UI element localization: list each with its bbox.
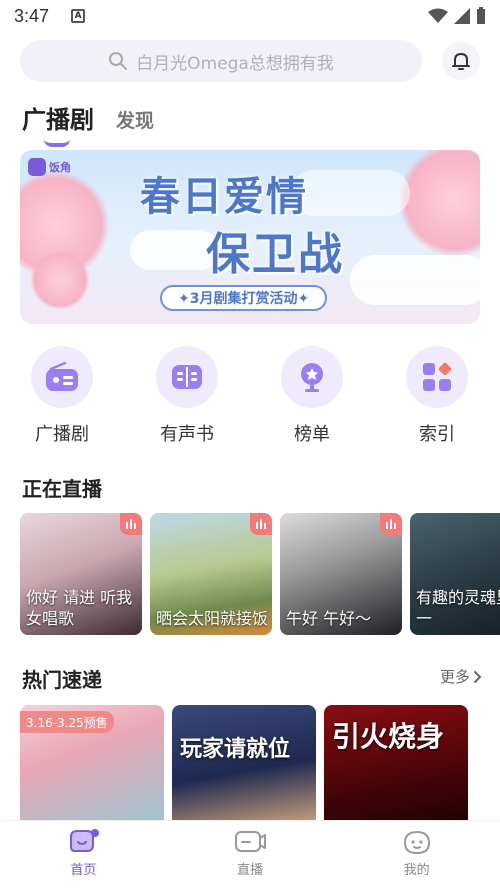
shortcut-index[interactable]: 索引 <box>392 346 482 446</box>
trophy-icon <box>301 363 323 392</box>
hot-section-title: 热门速递 <box>22 668 102 692</box>
grid-index-icon <box>423 362 452 391</box>
shortcut-label: 广播剧 <box>35 424 89 445</box>
nav-home[interactable]: 首页 <box>0 821 167 888</box>
wifi-icon <box>428 8 448 23</box>
signal-icon <box>454 8 470 24</box>
tab-discover[interactable]: 发现 <box>116 106 154 135</box>
status-time: 3:47 <box>14 5 50 26</box>
live-card[interactable]: 晒会太阳就接饭 <box>150 513 272 635</box>
blossom-decoration <box>30 250 90 310</box>
search-placeholder: 白月光Omega总想拥有我 <box>136 53 334 74</box>
tab-radio-drama[interactable]: 广播剧 <box>22 100 94 147</box>
live-indicator-icon <box>250 513 272 535</box>
tab-label: 广播剧 <box>22 106 94 134</box>
shortcut-ranking[interactable]: 榜单 <box>267 346 357 446</box>
banner-title-line2: 保卫战 <box>206 229 344 280</box>
shortcut-icon-circle <box>281 346 343 408</box>
home-icon <box>70 829 100 852</box>
blossom-decoration <box>400 150 480 260</box>
notification-a-icon: A <box>71 9 86 23</box>
bottom-nav: 首页 直播 我的 <box>0 820 500 888</box>
chevron-right-icon <box>474 670 482 683</box>
brand-logo-mark <box>28 158 46 176</box>
live-video-icon <box>235 831 266 852</box>
more-button[interactable]: 更多 <box>440 666 482 687</box>
radio-icon <box>46 362 78 391</box>
live-card[interactable]: 你好 请进 听我女唱歌 <box>20 513 142 635</box>
shortcut-radio-drama[interactable]: 广播剧 <box>17 346 107 446</box>
live-caption: 午好 午好～ <box>286 609 372 628</box>
nav-live[interactable]: 直播 <box>167 821 334 888</box>
hot-list: 3.16-3.25预售 玩家请就位 引火烧身 <box>20 705 500 823</box>
live-section-title: 正在直播 <box>22 477 102 501</box>
cloud-decoration <box>290 170 410 216</box>
brand-logo: 饭角 <box>28 158 71 176</box>
shortcut-icon-circle <box>406 346 468 408</box>
live-indicator-icon <box>120 513 142 535</box>
shortcut-label: 有声书 <box>160 424 214 445</box>
top-tabs: 广播剧 发现 <box>22 100 154 147</box>
nav-label: 首页 <box>70 863 97 878</box>
nav-profile[interactable]: 我的 <box>333 821 500 888</box>
presale-badge: 3.16-3.25预售 <box>20 711 114 733</box>
search-icon <box>109 52 128 70</box>
profile-face-icon <box>403 830 430 855</box>
book-icon <box>172 365 202 389</box>
shortcut-label: 榜单 <box>294 424 330 445</box>
notification-button[interactable] <box>442 42 480 80</box>
brand-name: 饭角 <box>49 161 71 174</box>
promo-banner[interactable]: 饭角 春日爱情 保卫战 ✦3月剧集打赏活动✦ <box>20 150 480 324</box>
shortcut-icon-circle <box>31 346 93 408</box>
hot-card[interactable]: 玩家请就位 <box>172 705 316 823</box>
nav-label: 我的 <box>403 863 430 878</box>
bell-icon <box>452 53 470 70</box>
live-caption: 有趣的灵魂里挑一 <box>416 588 500 628</box>
shortcut-audiobook[interactable]: 有声书 <box>142 346 232 446</box>
hot-card-title: 引火烧身 <box>332 720 445 753</box>
status-right-icons <box>428 7 486 25</box>
live-card[interactable]: 有趣的灵魂里挑一 <box>410 513 500 635</box>
search-input[interactable]: 白月光Omega总想拥有我 <box>20 40 422 82</box>
tab-label: 发现 <box>116 110 155 132</box>
banner-title-line1: 春日爱情 <box>140 173 308 220</box>
live-list: 你好 请进 听我女唱歌 晒会太阳就接饭 午好 午好～ 有趣的灵魂里挑一 <box>20 513 500 635</box>
banner-subtitle: ✦3月剧集打赏活动✦ <box>160 285 328 311</box>
search-row: 白月光Omega总想拥有我 <box>20 40 480 82</box>
battery-icon <box>477 7 485 24</box>
live-card[interactable]: 午好 午好～ <box>280 513 402 635</box>
live-caption: 晒会太阳就接饭 <box>156 609 269 628</box>
shortcut-icon-circle <box>156 346 218 408</box>
shortcut-label: 索引 <box>419 424 455 445</box>
tab-active-indicator <box>44 139 70 147</box>
live-caption: 你好 请进 听我女唱歌 <box>26 588 133 628</box>
shortcut-grid: 广播剧 有声书 榜单 索引 <box>0 346 500 446</box>
hot-card[interactable]: 3.16-3.25预售 <box>20 705 164 823</box>
hot-card[interactable]: 引火烧身 <box>324 705 468 823</box>
live-indicator-icon <box>380 513 402 535</box>
status-bar: 3:47 A <box>0 0 500 32</box>
nav-label: 直播 <box>237 863 264 878</box>
hot-card-title: 玩家请就位 <box>180 736 291 762</box>
more-label: 更多 <box>439 668 470 686</box>
cloud-decoration <box>350 255 480 305</box>
